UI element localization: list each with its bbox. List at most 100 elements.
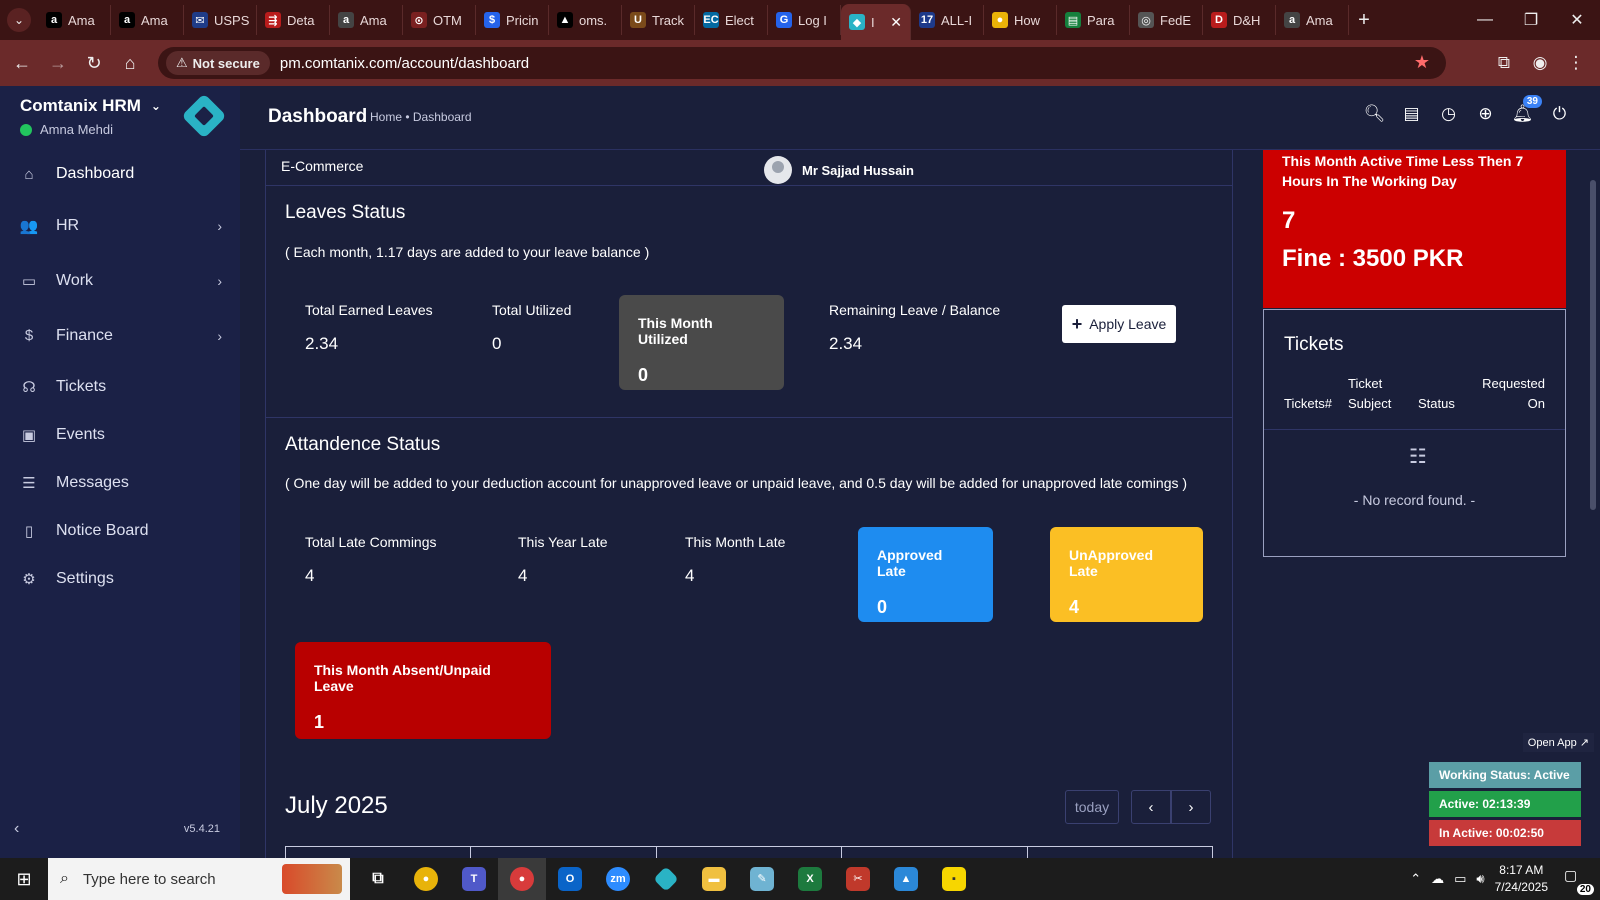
browser-tab[interactable]: EC Elect bbox=[695, 5, 768, 35]
sidebar-item-label: HR bbox=[56, 216, 80, 234]
browser-tab[interactable]: ◎ FedE bbox=[1130, 5, 1203, 35]
tab-search-button[interactable]: ⌄ bbox=[0, 0, 38, 40]
sidebar-item-notice-board[interactable]: ▯ Notice Board bbox=[0, 507, 240, 555]
tab-favicon-icon: U bbox=[630, 12, 646, 28]
open-app-link[interactable]: Open App ↗ bbox=[1522, 733, 1594, 752]
hrm-app-icon[interactable] bbox=[642, 858, 690, 900]
sidebar-item-dashboard[interactable]: ⌂ Dashboard bbox=[0, 150, 240, 198]
search-icon[interactable]: 🔍︎ bbox=[1356, 104, 1393, 124]
show-hidden-icons[interactable]: ⌃ bbox=[1410, 871, 1421, 887]
bookmark-star-icon[interactable]: ★ bbox=[1414, 52, 1430, 73]
browser-tab[interactable]: D D&H bbox=[1203, 5, 1276, 35]
browser-tab[interactable]: ▤ Para bbox=[1057, 5, 1130, 35]
network-icon[interactable]: ▭ bbox=[1454, 871, 1466, 887]
notes-app-icon[interactable]: ✎ bbox=[738, 858, 786, 900]
browser-tab[interactable]: ◆ I ✕ bbox=[841, 4, 911, 40]
inactive-time: In Active: 00:02:50 bbox=[1429, 820, 1581, 846]
new-tab-button[interactable]: + bbox=[1349, 9, 1379, 32]
taskbar-search[interactable]: ⌕ Type here to search bbox=[48, 858, 350, 900]
sidebar-item-messages[interactable]: ☰ Messages bbox=[0, 459, 240, 507]
zoom-icon[interactable]: zm bbox=[594, 858, 642, 900]
browser-tab[interactable]: ⊙ OTM bbox=[403, 5, 476, 35]
calendar-next-button[interactable]: › bbox=[1171, 790, 1211, 824]
sidebar-item-settings[interactable]: ⚙ Settings bbox=[0, 555, 240, 603]
security-chip[interactable]: ⚠ Not secure bbox=[166, 51, 270, 75]
tab-title: Ama bbox=[68, 12, 95, 28]
search-highlight-image bbox=[282, 864, 342, 894]
add-icon[interactable]: ⊕ bbox=[1467, 104, 1504, 124]
sidebar-item-work[interactable]: ▭ Work › bbox=[0, 253, 240, 308]
chrome-profile-icon[interactable]: ● bbox=[498, 858, 546, 900]
chevron-right-icon: › bbox=[1188, 798, 1194, 816]
browser-tab[interactable]: a Ama bbox=[111, 5, 184, 35]
tab-favicon-icon: ● bbox=[992, 12, 1008, 28]
brand-switcher[interactable]: Comtanix HRM ⌄ bbox=[20, 96, 161, 116]
notification-center-icon[interactable]: ▢ 20 bbox=[1564, 867, 1594, 895]
sidebar-item-finance[interactable]: $ Finance › bbox=[0, 308, 240, 363]
browser-tab[interactable]: G Log I bbox=[768, 5, 841, 35]
photos-icon[interactable]: ▲ bbox=[882, 858, 930, 900]
extensions-icon[interactable]: ⧉ bbox=[1486, 46, 1522, 80]
url-text[interactable]: pm.comtanix.com/account/dashboard bbox=[280, 55, 529, 72]
system-clock[interactable]: 8:17 AM 7/24/2025 bbox=[1495, 862, 1548, 896]
apply-leave-button[interactable]: + Apply Leave bbox=[1062, 305, 1176, 343]
excel-icon[interactable]: X bbox=[786, 858, 834, 900]
bell-icon[interactable]: 🔔︎ 39 bbox=[1504, 95, 1542, 124]
back-button[interactable]: ← bbox=[4, 45, 40, 81]
working-status: Working Status: Active bbox=[1429, 762, 1581, 788]
close-tab-icon[interactable]: ✕ bbox=[890, 14, 902, 31]
chrome-icon[interactable]: ● bbox=[402, 858, 450, 900]
clock-icon[interactable]: ◷ bbox=[1430, 104, 1467, 124]
calendar-today-button[interactable]: today bbox=[1065, 790, 1119, 824]
forward-button[interactable]: → bbox=[40, 45, 76, 81]
outlook-icon[interactable]: O bbox=[546, 858, 594, 900]
profile-icon[interactable]: ◉ bbox=[1522, 46, 1558, 80]
minimize-icon[interactable]: — bbox=[1462, 0, 1508, 40]
tab-title: FedE bbox=[1160, 12, 1192, 28]
restore-icon[interactable]: ❐ bbox=[1508, 0, 1554, 40]
sidebar-item-events[interactable]: ▣ Events bbox=[0, 411, 240, 459]
file-explorer-icon[interactable]: ▬ bbox=[690, 858, 738, 900]
taskbar-apps: ⧉ ● T ● O zm ▬ ✎ X ✂ ▲ ▪ bbox=[354, 858, 978, 900]
home-button[interactable]: ⌂ bbox=[112, 45, 148, 81]
sidebar-item-hr[interactable]: 👥 HR › bbox=[0, 198, 240, 253]
page-header: Dashboard Home • Dashboard 🔍︎ ▤ ◷ ⊕ 🔔︎ 39… bbox=[240, 86, 1600, 150]
browser-tab[interactable]: U Track bbox=[622, 5, 695, 35]
calendar-prev-button[interactable]: ‹ bbox=[1131, 790, 1171, 824]
more-menu-icon[interactable]: ⋮ bbox=[1558, 46, 1594, 80]
browser-tab[interactable]: $ Pricin bbox=[476, 5, 549, 35]
reload-button[interactable]: ↻ bbox=[76, 45, 112, 81]
manager-info: Mr Sajjad Hussain bbox=[764, 156, 914, 184]
close-window-icon[interactable]: ✕ bbox=[1554, 0, 1600, 40]
browser-tab[interactable]: ⇶ Deta bbox=[257, 5, 330, 35]
address-bar[interactable]: ⚠ Not secure pm.comtanix.com/account/dash… bbox=[158, 47, 1446, 79]
page-scrollbar[interactable] bbox=[1590, 180, 1596, 510]
browser-tab[interactable]: ● How bbox=[984, 5, 1057, 35]
snipping-tool-icon[interactable]: ✂ bbox=[834, 858, 882, 900]
browser-tab[interactable]: a Ama bbox=[330, 5, 403, 35]
sidebar-item-label: Dashboard bbox=[56, 165, 135, 182]
collapse-sidebar-icon[interactable]: ‹ bbox=[14, 820, 19, 838]
sticky-notes-icon[interactable]: ▪ bbox=[930, 858, 978, 900]
search-icon: ⌕ bbox=[60, 870, 69, 887]
tab-favicon-icon: ⊙ bbox=[411, 12, 427, 28]
volume-icon[interactable]: 🔊︎ bbox=[1476, 871, 1484, 887]
tab-favicon-icon: G bbox=[776, 12, 792, 28]
brand-block: Comtanix HRM ⌄ Amna Mehdi bbox=[20, 96, 161, 137]
notes-icon[interactable]: ▤ bbox=[1393, 104, 1430, 124]
browser-tab[interactable]: a Ama bbox=[1276, 5, 1349, 35]
teams-icon[interactable]: T bbox=[450, 858, 498, 900]
sidebar-item-tickets[interactable]: ☊ Tickets bbox=[0, 363, 240, 411]
task-view-icon[interactable]: ⧉ bbox=[354, 858, 402, 900]
tab-title: ALL-I bbox=[941, 12, 973, 28]
browser-tab[interactable]: 17 ALL-I bbox=[911, 5, 984, 35]
browser-tab[interactable]: ✉ USPS bbox=[184, 5, 257, 35]
tab-favicon-icon: ✉ bbox=[192, 12, 208, 28]
tab-favicon-icon: a bbox=[119, 12, 135, 28]
power-icon[interactable]: ⏻ bbox=[1541, 104, 1578, 124]
browser-tab[interactable]: a Ama bbox=[38, 5, 111, 35]
breadcrumb[interactable]: Home • Dashboard bbox=[370, 110, 472, 124]
windows-start-icon[interactable]: ⊞ bbox=[0, 858, 48, 900]
onedrive-icon[interactable]: ☁ bbox=[1431, 871, 1444, 887]
browser-tab[interactable]: ▲ oms. bbox=[549, 5, 622, 35]
